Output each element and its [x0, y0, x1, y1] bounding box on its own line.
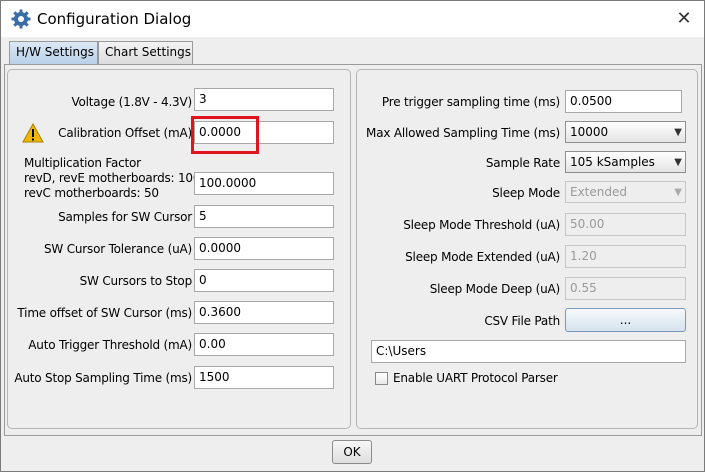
warning-icon [22, 123, 44, 143]
close-icon[interactable]: ✕ [674, 9, 694, 29]
sample-rate-value: 105 kSamples [570, 155, 655, 169]
tab-hw-settings[interactable]: H/W Settings [9, 41, 98, 65]
multiplication-factor-line: revC motherboards: 50 [24, 186, 159, 200]
sleep-mode-extended-label: Sleep Mode Extended (uA) [405, 250, 560, 264]
sample-rate-label: Sample Rate [485, 156, 560, 170]
sleep-mode-value: Extended [570, 185, 627, 199]
auto-trigger-threshold-input[interactable]: 0.00 [194, 333, 334, 356]
configuration-dialog: Configuration Dialog ✕ H/W Settings Char… [0, 0, 705, 472]
chevron-down-icon: ▼ [674, 127, 682, 138]
browse-csv-button[interactable]: ... [565, 308, 686, 332]
csv-file-path-label: CSV File Path [484, 314, 560, 328]
sleep-mode-label: Sleep Mode [492, 186, 560, 200]
multiplication-factor-line: Multiplication Factor [24, 156, 141, 170]
multiplication-factor-input[interactable]: 100.0000 [194, 172, 334, 195]
samples-sw-cursor-label: Samples for SW Cursor [58, 210, 192, 224]
chevron-down-icon: ▼ [674, 157, 682, 168]
max-sampling-time-select[interactable]: 10000 ▼ [565, 121, 686, 143]
time-offset-sw-cursor-input[interactable]: 0.3600 [194, 301, 334, 324]
sleep-mode-extended-input: 1.20 [565, 245, 686, 268]
sample-rate-select[interactable]: 105 kSamples ▼ [565, 151, 686, 173]
time-offset-sw-cursor-label: Time offset of SW Cursor (ms) [17, 306, 192, 320]
title-bar[interactable]: Configuration Dialog ✕ [1, 1, 704, 37]
sw-cursor-tolerance-label: SW Cursor Tolerance (uA) [44, 242, 192, 256]
csv-file-path-input[interactable]: C:\Users [371, 340, 686, 363]
right-settings-group: Pre trigger sampling time (ms) 0.0500 Ma… [356, 69, 698, 429]
pre-trigger-label: Pre trigger sampling time (ms) [381, 95, 560, 109]
window-title: Configuration Dialog [37, 10, 192, 28]
max-sampling-time-value: 10000 [570, 125, 609, 139]
auto-trigger-threshold-label: Auto Trigger Threshold (mA) [28, 338, 192, 352]
ok-button[interactable]: OK [332, 440, 372, 464]
chevron-down-icon: ▼ [674, 187, 682, 198]
calibration-offset-label: Calibration Offset (mA) [58, 126, 192, 140]
pre-trigger-input[interactable]: 0.0500 [565, 90, 682, 113]
sleep-mode-select: Extended ▼ [565, 181, 686, 203]
sw-cursor-tolerance-input[interactable]: 0.0000 [194, 237, 334, 260]
sleep-mode-threshold-input: 50.00 [565, 213, 686, 236]
sleep-mode-deep-input: 0.55 [565, 277, 686, 300]
auto-stop-sampling-time-input[interactable]: 1500 [194, 366, 334, 389]
multiplication-factor-line: revD, revE motherboards: 100 [24, 171, 201, 185]
voltage-label: Voltage (1.8V - 4.3V) [71, 95, 192, 109]
hw-settings-panel: Voltage (1.8V - 4.3V) 3 Calibration Offs… [4, 64, 702, 436]
voltage-input[interactable]: 3 [194, 88, 334, 111]
multiplication-factor-label: Multiplication Factor revD, revE motherb… [24, 156, 201, 201]
left-settings-group: Voltage (1.8V - 4.3V) 3 Calibration Offs… [7, 69, 351, 429]
uart-parser-checkbox[interactable] [375, 372, 388, 385]
sw-cursors-to-stop-label: SW Cursors to Stop [79, 274, 193, 288]
uart-parser-label: Enable UART Protocol Parser [393, 371, 558, 385]
sleep-mode-deep-label: Sleep Mode Deep (uA) [429, 282, 560, 296]
max-sampling-time-label: Max Allowed Sampling Time (ms) [366, 126, 560, 140]
calibration-offset-input[interactable]: 0.0000 [194, 121, 334, 144]
sw-cursors-to-stop-input[interactable]: 0 [194, 269, 334, 292]
tab-chart-settings[interactable]: Chart Settings [98, 41, 193, 64]
gear-icon [11, 9, 31, 29]
samples-sw-cursor-input[interactable]: 5 [194, 205, 334, 228]
sleep-mode-threshold-label: Sleep Mode Threshold (uA) [403, 218, 560, 232]
auto-stop-sampling-time-label: Auto Stop Sampling Time (ms) [14, 371, 192, 385]
